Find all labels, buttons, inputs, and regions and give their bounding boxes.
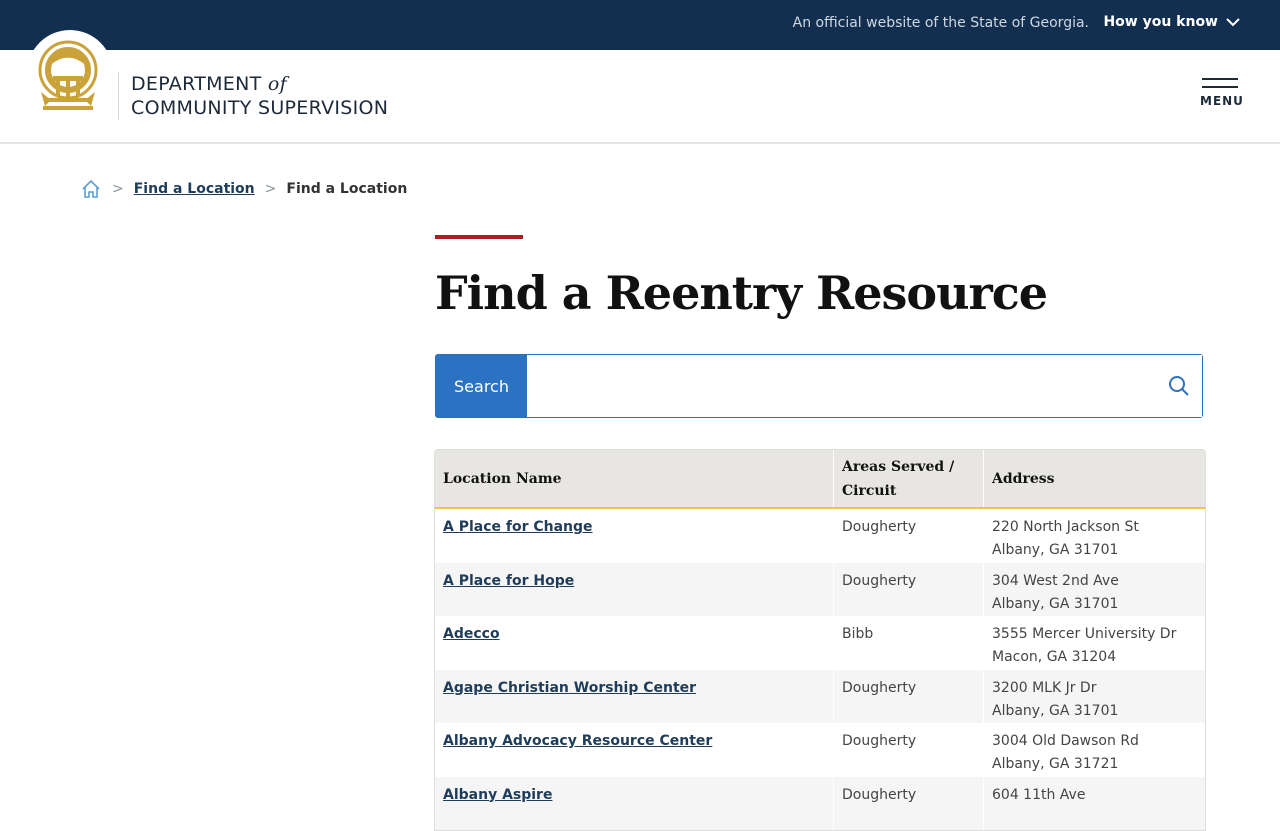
table-row: A Place for Hope Dougherty 304 West 2nd … — [435, 562, 1205, 617]
header-divider — [118, 72, 119, 120]
address-cell: 604 11th Ave — [984, 777, 1205, 831]
table-row: Agape Christian Worship Center Dougherty… — [435, 669, 1205, 724]
address-line2: Macon, GA 31204 — [992, 649, 1117, 665]
hamburger-icon — [1202, 78, 1238, 80]
table-row: A Place for Change Dougherty 220 North J… — [435, 509, 1205, 563]
home-icon[interactable] — [80, 178, 102, 200]
address-line2: Albany, GA 31721 — [992, 756, 1119, 772]
state-seal-logo[interactable] — [27, 30, 113, 116]
col-location-name[interactable]: Location Name — [435, 450, 833, 507]
location-link[interactable]: Agape Christian Worship Center — [443, 680, 696, 696]
location-link[interactable]: Adecco — [443, 626, 500, 642]
location-link[interactable]: A Place for Change — [443, 519, 593, 535]
area-cell: Dougherty — [833, 509, 984, 563]
area-cell: Dougherty — [833, 776, 984, 830]
address-cell: 3200 MLK Jr Dr Albany, GA 31701 — [984, 670, 1205, 724]
breadcrumb-link-find-location[interactable]: Find a Location — [134, 181, 255, 197]
address-cell: 3004 Old Dawson Rd Albany, GA 31721 — [984, 723, 1205, 777]
title-accent-bar — [435, 235, 523, 239]
table-row: Albany Advocacy Resource Center Doughert… — [435, 723, 1205, 777]
official-banner: An official website of the State of Geor… — [0, 0, 1280, 50]
official-text: An official website of the State of Geor… — [792, 15, 1089, 31]
address-line1: 604 11th Ave — [992, 786, 1086, 803]
site-header: DEPARTMENT of COMMUNITY SUPERVISION MENU — [0, 30, 1280, 144]
breadcrumb-current: Find a Location — [286, 181, 408, 197]
area-cell: Dougherty — [833, 669, 984, 723]
address-cell: 220 North Jackson St Albany, GA 31701 — [984, 509, 1205, 563]
table-body: A Place for Change Dougherty 220 North J… — [435, 509, 1205, 830]
dept-line1: DEPARTMENT — [131, 73, 262, 95]
dept-line2: COMMUNITY SUPERVISION — [131, 97, 389, 119]
table-row: Adecco Bibb 3555 Mercer University Dr Mac… — [435, 616, 1205, 670]
address-line1: 3555 Mercer University Dr — [992, 626, 1177, 642]
address-line1: 304 West 2nd Ave — [992, 572, 1119, 589]
menu-button[interactable]: MENU — [1200, 78, 1244, 108]
department-name[interactable]: DEPARTMENT of COMMUNITY SUPERVISION — [131, 72, 388, 120]
how-you-know-button[interactable]: How you know — [1103, 14, 1240, 30]
breadcrumb: > Find a Location > Find a Location — [80, 178, 407, 200]
location-link[interactable]: Albany Aspire — [443, 787, 552, 803]
address-cell: 304 West 2nd Ave Albany, GA 31701 — [984, 563, 1205, 617]
address-cell: 3555 Mercer University Dr Macon, GA 31204 — [984, 616, 1205, 670]
search-input[interactable] — [527, 355, 1202, 417]
search-icon[interactable] — [1168, 375, 1190, 397]
page-title: Find a Reentry Resource — [435, 266, 1048, 320]
menu-label: MENU — [1200, 94, 1244, 108]
search-box: Search — [435, 354, 1203, 418]
breadcrumb-separator: > — [264, 181, 277, 197]
dept-of: of — [267, 73, 287, 95]
col-areas-served[interactable]: Areas Served / Circuit — [833, 450, 984, 507]
location-link[interactable]: Albany Advocacy Resource Center — [443, 733, 712, 749]
area-cell: Bibb — [833, 616, 984, 670]
table-header: Location Name Areas Served / Circuit Add… — [435, 450, 1205, 509]
col-address[interactable]: Address — [984, 450, 1205, 507]
address-line2: Albany, GA 31701 — [992, 595, 1119, 612]
breadcrumb-separator: > — [112, 181, 124, 197]
address-line1: 3004 Old Dawson Rd — [992, 733, 1139, 749]
how-you-know-label: How you know — [1103, 14, 1218, 30]
address-line1: 3200 MLK Jr Dr — [992, 679, 1097, 696]
address-line1: 220 North Jackson St — [992, 519, 1139, 535]
address-line2: Albany, GA 31701 — [992, 702, 1119, 719]
search-button[interactable]: Search — [436, 355, 527, 417]
table-row: Albany Aspire Dougherty 604 11th Ave — [435, 776, 1205, 831]
location-link[interactable]: A Place for Hope — [443, 573, 574, 589]
area-cell: Dougherty — [833, 562, 984, 616]
area-cell: Dougherty — [833, 723, 984, 777]
chevron-down-icon — [1226, 18, 1240, 27]
locations-table: Location Name Areas Served / Circuit Add… — [434, 449, 1206, 831]
address-line2: Albany, GA 31701 — [992, 542, 1119, 558]
seal-icon — [38, 40, 98, 110]
hamburger-icon-bar — [1202, 86, 1238, 88]
